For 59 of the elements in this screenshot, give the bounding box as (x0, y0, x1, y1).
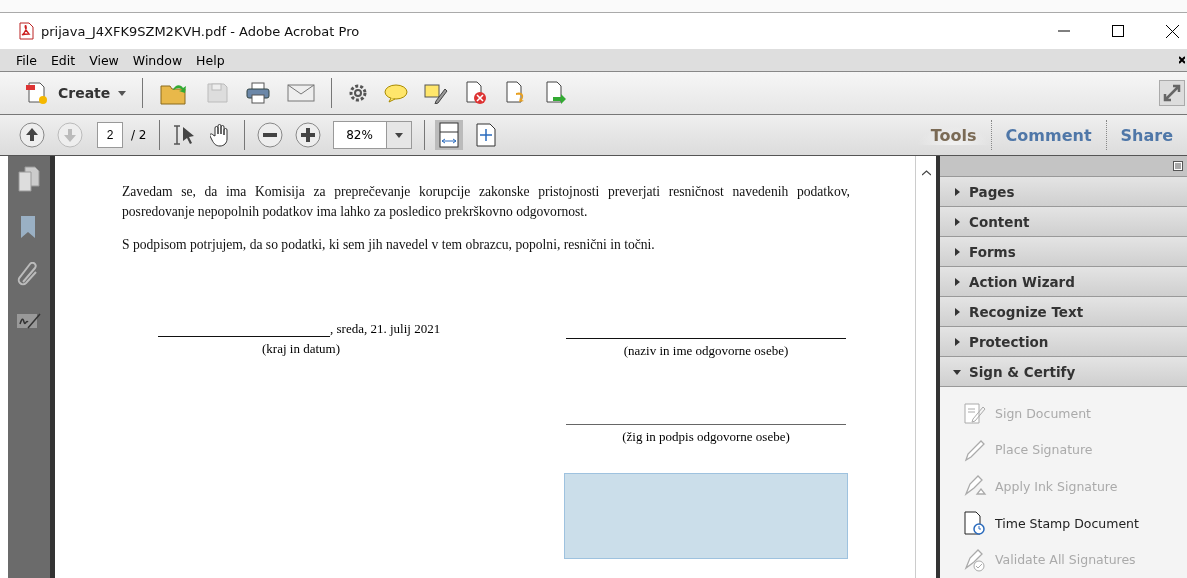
menu-item[interactable]: Help (196, 52, 225, 68)
zoom-in-icon[interactable] (294, 122, 321, 148)
caption: (kraj in datum) (262, 341, 340, 358)
paragraph: S podpisom potrjujem, da so podatki, ki sem jih navedel v tem obrazcu, popolni, resnični in točni. (122, 235, 656, 254)
panel-section[interactable]: Pages (940, 177, 1187, 207)
menu-item[interactable]: Edit (50, 52, 76, 68)
pdf-file-icon (17, 22, 35, 40)
scroll-up-icon[interactable] (921, 170, 931, 176)
print-icon[interactable] (245, 81, 272, 105)
zoom-dropdown[interactable]: 82% (332, 121, 412, 149)
page-number-field[interactable]: 2 (97, 122, 123, 148)
expand-icon[interactable] (1159, 80, 1185, 106)
fit-width-icon[interactable] (434, 120, 463, 150)
create-button[interactable]: Create (24, 80, 127, 106)
caption: (žig in podpis odgovorne osebe) (622, 429, 790, 446)
caret-right-icon (953, 307, 961, 316)
panel-section[interactable]: Forms (940, 237, 1187, 267)
date-text: , sreda, 21. julij 2021 (330, 321, 441, 338)
speech-bubble-icon[interactable] (384, 83, 409, 103)
paragraph: Zavedam se, da ima Komisija za preprečevanje korupcije zakonske pristojnosti preverjati resničnost navedenih podatkov, posredovanje nepopolnih podatkov ima lahko za posledico prekrškovno odgovornost. (122, 183, 850, 222)
text-edit-icon[interactable] (424, 82, 449, 104)
caret-right-icon (953, 247, 961, 256)
panel-options-icon[interactable] (1173, 161, 1183, 171)
close-icon[interactable] (1166, 24, 1179, 38)
fit-page-icon[interactable] (474, 123, 497, 147)
caret-icon (118, 90, 127, 96)
caret-down-icon (953, 367, 961, 376)
signature-field[interactable] (564, 473, 848, 560)
tool-item[interactable]: Time Stamp Document (995, 515, 1139, 531)
document-delete-icon[interactable] (464, 81, 489, 105)
new-document-icon (24, 80, 50, 106)
panel-section[interactable]: Protection (940, 327, 1187, 357)
panel-tab[interactable]: Share (1106, 125, 1187, 145)
panel-section[interactable]: Content (940, 207, 1187, 237)
envelope-icon[interactable] (287, 83, 316, 103)
settings-icon[interactable] (348, 83, 369, 103)
caret-right-icon (953, 217, 961, 226)
menu-item[interactable]: File (16, 52, 37, 68)
caret-right-icon (953, 337, 961, 346)
panel-section[interactable]: Sign & Certify (940, 357, 1187, 387)
window-title: prijava_J4XFK9SZM2KVH.pdf - Adobe Acrobat Pro (41, 23, 360, 39)
caption: (naziv in ime odgovorne osebe) (623, 343, 789, 360)
zoom-out-icon[interactable] (256, 122, 283, 148)
signed-document-icon (963, 401, 987, 426)
clock-document-icon (963, 511, 987, 536)
caret-right-icon (953, 187, 961, 196)
panel-section[interactable]: Action Wizard (940, 267, 1187, 297)
page-count: / 2 (131, 128, 147, 142)
menu-item[interactable]: View (89, 52, 119, 68)
pages-icon[interactable] (17, 166, 41, 192)
document-export-icon[interactable] (544, 81, 569, 105)
panel-section[interactable]: Recognize Text (940, 297, 1187, 327)
maximize-icon[interactable] (1112, 25, 1124, 37)
close-icon[interactable] (1179, 56, 1185, 64)
caret-right-icon (953, 277, 961, 286)
pen-check-icon (963, 547, 987, 572)
panel-tab[interactable]: Comment (991, 125, 1106, 145)
caret-icon (394, 132, 403, 138)
menu-item[interactable]: Window (132, 52, 183, 68)
